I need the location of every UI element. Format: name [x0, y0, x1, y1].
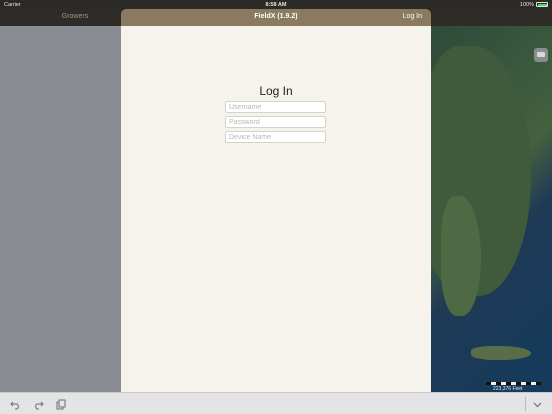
header-login-button[interactable]: Log In	[403, 13, 422, 20]
modal-header: FieldX (1.9.2) Log In	[121, 9, 431, 26]
map-layer-button[interactable]	[534, 48, 548, 62]
status-time: 8:58 AM	[265, 1, 287, 8]
chevron-down-icon[interactable]	[532, 399, 543, 410]
growers-sidebar	[0, 26, 121, 392]
toolbar-divider	[525, 397, 526, 411]
modal-title: FieldX (1.9.2)	[254, 13, 298, 20]
battery-percent: 100%	[519, 1, 534, 8]
redo-icon[interactable]	[33, 399, 44, 410]
undo-icon[interactable]	[10, 399, 21, 410]
login-heading: Log In	[259, 84, 293, 98]
battery-icon	[536, 2, 548, 7]
device-name-field[interactable]	[225, 131, 326, 143]
map-land-region	[441, 196, 481, 316]
bottom-toolbar	[0, 392, 552, 414]
status-bar: Carrier 8:58 AM 100%	[0, 0, 552, 9]
satellite-map[interactable]: 223,376 Feet	[431, 26, 552, 392]
password-field[interactable]	[225, 116, 326, 128]
username-field[interactable]	[225, 101, 326, 113]
clipboard-icon[interactable]	[55, 399, 66, 410]
map-land-region	[471, 346, 531, 360]
map-scale-bar	[486, 382, 541, 385]
login-modal: FieldX (1.9.2) Log In Log In	[121, 9, 431, 392]
